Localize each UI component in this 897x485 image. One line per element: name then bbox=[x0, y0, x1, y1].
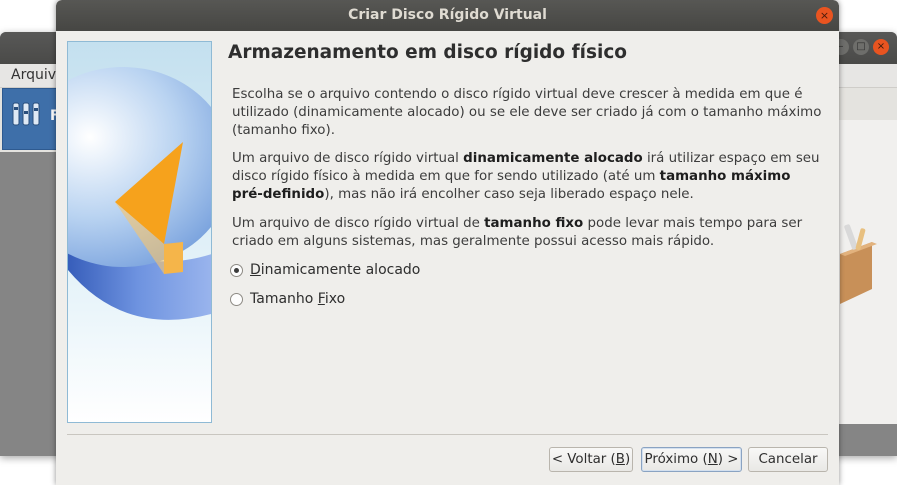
radio-button-unchecked[interactable] bbox=[230, 292, 243, 306]
next-button[interactable]: Próximo (N) > bbox=[641, 447, 742, 472]
dialog-close-button[interactable]: × bbox=[816, 7, 833, 24]
description-paragraph: Escolha se o arquivo contendo o disco rí… bbox=[232, 87, 822, 138]
disk-pie-icon bbox=[68, 67, 211, 320]
radio-fixed-size[interactable]: Tamanho Fixo bbox=[230, 291, 345, 307]
maximize-button[interactable]: □ bbox=[853, 39, 869, 55]
radio-button-checked[interactable] bbox=[230, 263, 243, 277]
background-close-button[interactable]: × bbox=[873, 39, 889, 55]
tools-icon bbox=[11, 99, 41, 133]
fixed-explanation-paragraph: Um arquivo de disco rígido virtual de ta… bbox=[232, 216, 803, 249]
dialog-title: Criar Disco Rígido Virtual bbox=[348, 7, 547, 23]
radio-label-dynamic: Dinamicamente alocado bbox=[250, 262, 421, 278]
footer-separator bbox=[67, 434, 828, 435]
disk-illustration-image bbox=[67, 41, 212, 423]
cancel-button[interactable]: Cancelar bbox=[748, 447, 828, 472]
dynamic-explanation-paragraph: Um arquivo de disco rígido virtual dinam… bbox=[232, 151, 820, 202]
back-button[interactable]: < Voltar (B) bbox=[549, 447, 633, 472]
page-title: Armazenamento em disco rígido físico bbox=[228, 42, 627, 63]
create-virtual-disk-dialog: Criar Disco Rígido Virtual × Armazenamen… bbox=[56, 0, 839, 485]
radio-dynamically-allocated[interactable]: Dinamicamente alocado bbox=[230, 262, 420, 278]
background-window-controls: – □ × bbox=[833, 39, 889, 55]
radio-label-fixed: Tamanho Fixo bbox=[250, 291, 346, 307]
dialog-titlebar: Criar Disco Rígido Virtual × bbox=[56, 0, 839, 31]
